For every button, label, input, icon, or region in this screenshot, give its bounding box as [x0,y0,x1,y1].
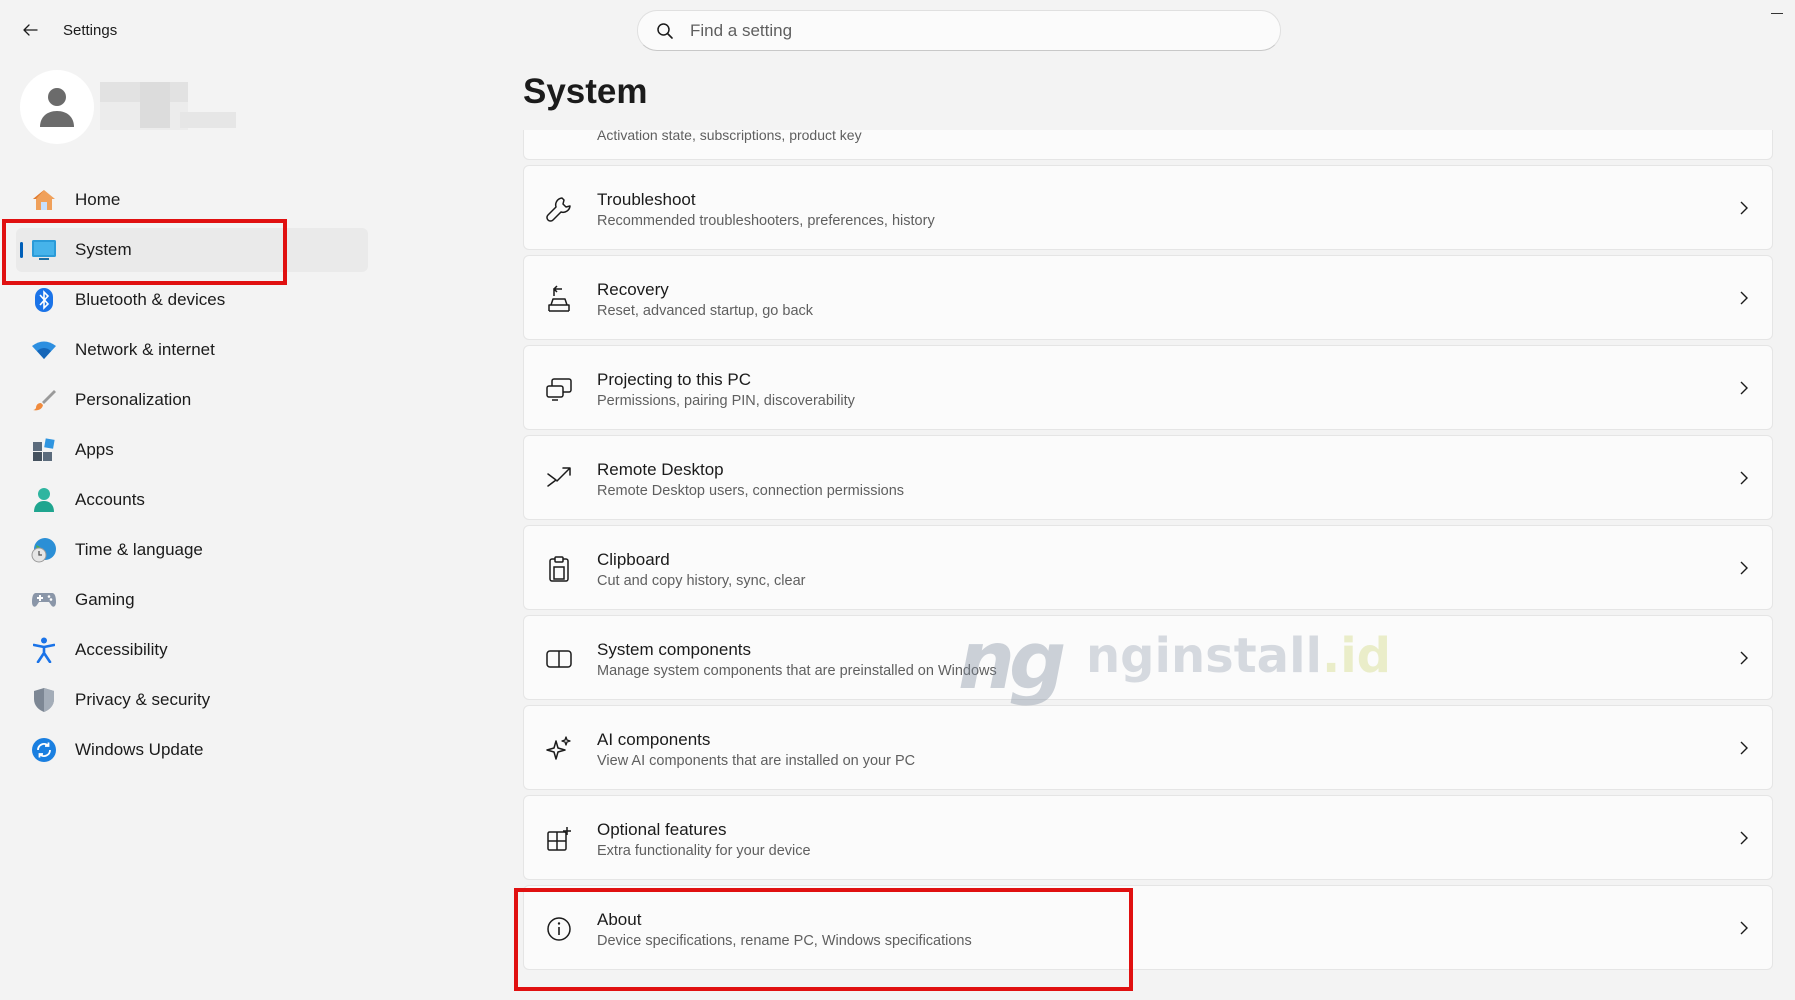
card-description: Device specifications, rename PC, Window… [597,933,972,949]
sidebar-item-label: Network & internet [75,340,215,359]
sidebar-nav: Home System Bluetooth & devices Network … [16,178,368,778]
sidebar-item-network[interactable]: Network & internet [16,328,368,372]
sidebar-item-privacy-security[interactable]: Privacy & security [16,678,368,722]
activation-card[interactable]: Activation state, subscriptions, product… [523,130,1773,160]
recovery-icon [544,284,574,314]
sidebar-item-bluetooth[interactable]: Bluetooth & devices [16,278,368,322]
card-ai-components[interactable]: AI components View AI components that ar… [523,705,1773,790]
back-arrow-icon [23,24,38,36]
chevron-right-icon [1734,918,1754,938]
sidebar-item-label: Accounts [75,490,145,509]
sidebar-item-accessibility[interactable]: Accessibility [16,628,368,672]
card-description: Recommended troubleshooters, preferences… [597,213,935,229]
search-icon [654,20,676,42]
card-title: System components [597,640,752,659]
chevron-right-icon [1734,468,1754,488]
sidebar-item-label: Personalization [75,390,192,409]
card-about[interactable]: About Device specifications, rename PC, … [523,885,1773,970]
update-icon [30,736,58,764]
brush-icon [30,386,58,414]
accessibility-icon [30,636,58,664]
shield-icon [30,686,58,714]
accounts-icon [30,486,58,514]
card-title: AI components [597,730,711,749]
search-input[interactable] [690,20,1250,41]
blurred-user-name [100,82,240,134]
card-clipboard[interactable]: Clipboard Cut and copy history, sync, cl… [523,525,1773,610]
sparkle-icon [544,734,574,764]
chevron-right-icon [1734,648,1754,668]
remote-desktop-icon [544,464,574,494]
card-title: Projecting to this PC [597,370,752,389]
sidebar-item-home[interactable]: Home [16,178,368,222]
back-button[interactable] [16,16,44,44]
card-description: Permissions, pairing PIN, discoverabilit… [597,393,855,409]
card-description: Cut and copy history, sync, clear [597,573,806,589]
chevron-right-icon [1734,558,1754,578]
app-title: Settings [63,22,118,39]
card-description: Remote Desktop users, connection permiss… [597,483,905,499]
card-title: Remote Desktop [597,460,724,479]
sidebar-item-apps[interactable]: Apps [16,428,368,472]
title-bar: Settings [0,0,1795,62]
chevron-right-icon [1734,378,1754,398]
minimize-button[interactable] [1768,6,1786,20]
sidebar-item-label: Time & language [75,540,203,559]
settings-list[interactable]: Activation state, subscriptions, product… [523,130,1773,1000]
card-title: About [597,910,642,929]
sidebar-item-windows-update[interactable]: Windows Update [16,728,368,772]
clipboard-icon [544,554,574,584]
sidebar-item-label: System [75,240,132,259]
card-description: Extra functionality for your device [597,843,811,859]
sidebar-item-personalization[interactable]: Personalization [16,378,368,422]
optional-features-icon [544,824,574,854]
card-description: View AI components that are installed on… [597,753,916,769]
components-icon [544,644,574,674]
card-title: Troubleshoot [597,190,696,209]
sidebar-item-accounts[interactable]: Accounts [16,478,368,522]
sidebar-item-system[interactable]: System [16,228,368,272]
page-title: System [523,72,648,111]
minimize-icon [1771,12,1783,14]
projector-icon [544,374,574,404]
sidebar-item-label: Apps [75,440,114,459]
gamepad-icon [30,586,58,614]
chevron-right-icon [1734,828,1754,848]
sidebar-item-label: Accessibility [75,640,168,659]
chevron-right-icon [1734,738,1754,758]
search-box[interactable] [637,10,1281,51]
card-title: Clipboard [597,550,670,569]
person-icon [40,88,74,127]
card-troubleshoot[interactable]: Troubleshoot Recommended troubleshooters… [523,165,1773,250]
apps-icon [30,436,58,464]
chevron-right-icon [1734,288,1754,308]
card-description: Activation state, subscriptions, product… [597,130,862,143]
globe-clock-icon [30,536,58,564]
card-title: Recovery [597,280,669,299]
home-icon [30,186,58,214]
system-monitor-icon [30,236,58,264]
card-system-components[interactable]: System components Manage system componen… [523,615,1773,700]
card-description: Reset, advanced startup, go back [597,303,814,319]
wrench-icon [544,194,574,224]
sidebar-item-label: Privacy & security [75,690,211,709]
avatar [20,70,94,144]
card-description: Manage system components that are preins… [597,663,997,679]
wifi-icon [30,336,58,364]
card-optional-features[interactable]: Optional features Extra functionality fo… [523,795,1773,880]
card-recovery[interactable]: Recovery Reset, advanced startup, go bac… [523,255,1773,340]
info-icon [544,914,574,944]
bluetooth-icon [30,286,58,314]
card-projecting[interactable]: Projecting to this PC Permissions, pairi… [523,345,1773,430]
sidebar-item-label: Gaming [75,590,135,609]
sidebar-item-label: Bluetooth & devices [75,290,226,309]
sidebar-item-time-language[interactable]: Time & language [16,528,368,572]
card-remote-desktop[interactable]: Remote Desktop Remote Desktop users, con… [523,435,1773,520]
sidebar-item-label: Home [75,190,121,209]
sidebar-item-label: Windows Update [75,740,204,759]
chevron-right-icon [1734,198,1754,218]
sidebar-item-gaming[interactable]: Gaming [16,578,368,622]
card-title: Optional features [597,820,727,839]
user-profile[interactable] [20,70,280,146]
